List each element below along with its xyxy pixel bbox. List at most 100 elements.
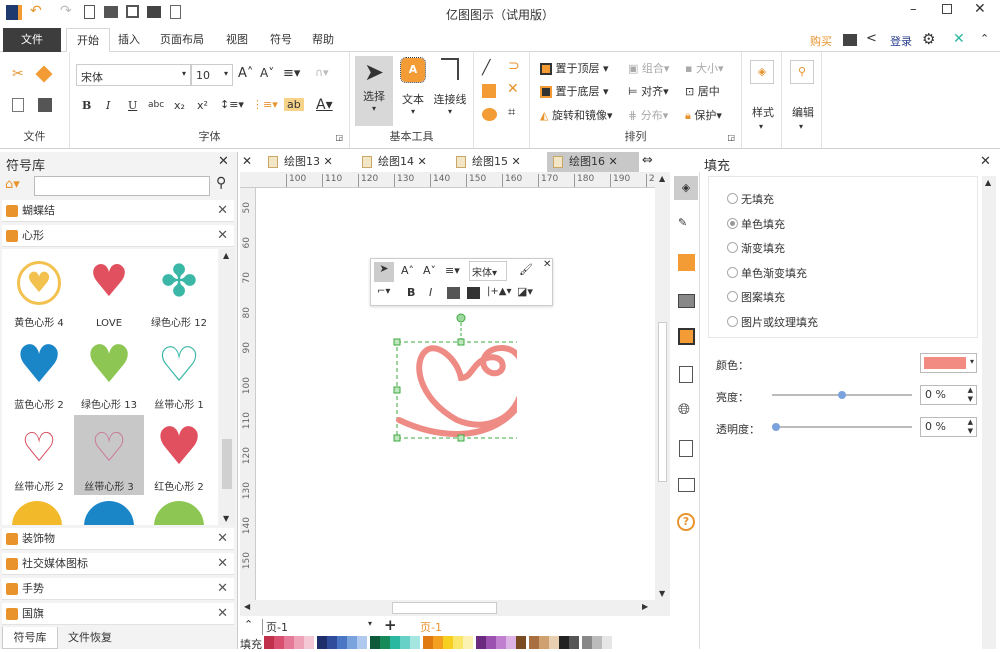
palette-swatch[interactable] <box>400 636 410 649</box>
connector-icon[interactable]: ⌐▾ <box>377 286 390 297</box>
shrink-font-icon[interactable]: A˅ <box>423 264 436 277</box>
palette-swatch[interactable] <box>443 636 453 649</box>
cut-icon[interactable]: ✂ <box>12 66 24 82</box>
distribute-button[interactable]: ⋕ 分布▾ <box>628 107 668 123</box>
edit-group[interactable]: ⚲ 编辑 ▾ <box>782 52 822 148</box>
palette-swatch[interactable] <box>274 636 284 649</box>
align-button[interactable]: ⊨ 对齐▾ <box>628 83 669 99</box>
bold-icon[interactable]: B <box>82 99 91 112</box>
properties-tab-icon[interactable] <box>679 366 693 383</box>
palette-swatch[interactable] <box>582 636 592 649</box>
palette-swatch[interactable] <box>602 636 612 649</box>
palette-swatch[interactable] <box>496 636 506 649</box>
symbol-red-heart-2[interactable]: ♥红色心形 2 <box>144 415 214 495</box>
palette-swatch[interactable] <box>347 636 357 649</box>
ellipse-icon[interactable] <box>482 108 497 121</box>
bullets-icon[interactable]: ⋮≡▾ <box>252 98 278 111</box>
doc-tab-13[interactable]: 绘图13 ✕ <box>262 152 352 172</box>
help-tab-icon[interactable]: ? <box>677 513 695 531</box>
transparency-slider[interactable] <box>772 426 912 428</box>
crop-icon[interactable]: ⌗ <box>508 105 515 120</box>
share-icon[interactable]: < <box>866 31 877 46</box>
hyperlink-tab-icon[interactable]: 🌐︎ <box>678 400 690 418</box>
tab-file[interactable]: 文件 <box>3 28 61 52</box>
arc-icon[interactable]: ⊃ <box>508 58 520 74</box>
palette-swatch[interactable] <box>433 636 443 649</box>
symbol-green-heart-12[interactable]: ✤绿色心形 12 <box>144 251 214 331</box>
tab-scroll-arrows-icon[interactable]: ⇔ <box>642 153 653 168</box>
fill-option-radio[interactable]: 单色渐变填充 <box>727 265 807 281</box>
text-tool-button[interactable]: A 文本▾ <box>396 58 430 116</box>
tab-home[interactable]: 开始 <box>66 28 110 53</box>
shadow-tab-icon[interactable] <box>678 254 695 271</box>
font-size-select[interactable]: 10▾ <box>191 64 233 86</box>
page-tab-current[interactable]: 页-1 <box>420 619 442 635</box>
image-tab-icon[interactable] <box>678 294 695 308</box>
brightness-slider-knob[interactable] <box>838 391 846 399</box>
line-tab-icon[interactable]: ✎ <box>678 216 687 229</box>
brightness-slider[interactable] <box>772 394 912 396</box>
category-butterfly[interactable]: 蝴蝶结✕ <box>2 200 234 222</box>
palette-swatch[interactable] <box>476 636 486 649</box>
underline-icon[interactable]: U <box>128 99 137 112</box>
arrange-dialog-launcher-icon[interactable]: ◲ <box>727 133 735 142</box>
page-select[interactable]: 页-1▾ <box>262 619 372 635</box>
copy-icon[interactable] <box>12 98 24 112</box>
font-select[interactable]: 宋体▾ <box>469 261 507 281</box>
layers-tab-icon[interactable] <box>678 328 695 345</box>
add-page-button[interactable]: + <box>384 616 397 634</box>
palette-swatch[interactable] <box>529 636 539 649</box>
bring-front-button[interactable]: 置于顶层 ▾ <box>540 60 609 76</box>
protect-button[interactable]: 🔒︎ 保护▾ <box>685 107 722 123</box>
close-category-icon[interactable]: ✕ <box>217 225 228 247</box>
palette-swatch[interactable] <box>410 636 420 649</box>
buy-link[interactable]: 购买 <box>810 33 832 49</box>
symbol-ribbon-heart-3[interactable]: ♡丝带心形 3 <box>74 415 144 495</box>
transparency-input[interactable]: 0 %▲▼ <box>920 417 977 437</box>
doc-tab-15[interactable]: 绘图15 ✕ <box>450 152 540 172</box>
rectangle-icon[interactable] <box>482 84 496 98</box>
category-flags[interactable]: 国旗✕ <box>2 603 234 625</box>
fill-option-radio[interactable]: 渐变填充 <box>727 240 785 256</box>
close-all-tabs-icon[interactable]: ✕ <box>242 154 252 168</box>
strikethrough-icon[interactable]: abc <box>148 100 164 110</box>
curve-text-icon[interactable]: ∩▾ <box>315 66 329 79</box>
close-library-icon[interactable]: ✕ <box>218 154 229 169</box>
align-icon[interactable]: ≡▾ <box>445 264 460 277</box>
format-painter-icon[interactable] <box>36 66 53 83</box>
italic-icon[interactable]: I <box>106 99 110 112</box>
palette-swatch[interactable] <box>506 636 516 649</box>
vertical-scrollbar[interactable]: ▲▼ <box>655 172 670 600</box>
rotation-handle[interactable] <box>457 314 465 322</box>
style-group[interactable]: ◈ 样式 ▾ <box>742 52 782 148</box>
symbol-green-heart-13[interactable]: ♥绿色心形 13 <box>74 333 144 413</box>
palette-swatch[interactable] <box>304 636 314 649</box>
fill-option-radio[interactable]: 无填充 <box>727 191 774 207</box>
font-dialog-launcher-icon[interactable]: ◲ <box>335 133 343 142</box>
brand-icon[interactable]: ✕ <box>953 31 965 47</box>
minimize-button[interactable]: – <box>910 2 917 17</box>
palette-swatch[interactable] <box>453 636 463 649</box>
group-button[interactable]: ▣ 组合▾ <box>628 60 669 76</box>
palette-swatch[interactable] <box>516 636 526 649</box>
rotate-mirror-button[interactable]: ◭ 旋转和镜像▾ <box>540 107 613 123</box>
grow-font-icon[interactable]: A˄ <box>238 66 253 81</box>
login-link[interactable]: 登录 <box>890 33 912 49</box>
grow-font-icon[interactable]: A˄ <box>401 264 414 277</box>
palette-swatch[interactable] <box>539 636 549 649</box>
category-decorations[interactable]: 装饰物✕ <box>2 528 234 550</box>
font-name-select[interactable]: 宋体▾ <box>76 64 191 86</box>
comment-tab-icon[interactable] <box>678 478 695 492</box>
library-scrollbar[interactable]: ▲ ▼ <box>219 249 235 525</box>
close-category-icon[interactable]: ✕ <box>217 553 228 575</box>
brightness-input[interactable]: 0 %▲▼ <box>920 385 977 405</box>
palette-swatch[interactable] <box>370 636 380 649</box>
shrink-font-icon[interactable]: A˅ <box>260 66 274 80</box>
tab-insert[interactable]: 插入 <box>108 28 150 52</box>
tab-help[interactable]: 帮助 <box>302 28 344 52</box>
cross-icon[interactable]: ✕ <box>507 81 519 97</box>
palette-swatch[interactable] <box>592 636 602 649</box>
palette-swatch[interactable] <box>559 636 569 649</box>
palette-swatch[interactable] <box>264 636 274 649</box>
line-style-icon[interactable]: ◪▾ <box>517 285 533 298</box>
